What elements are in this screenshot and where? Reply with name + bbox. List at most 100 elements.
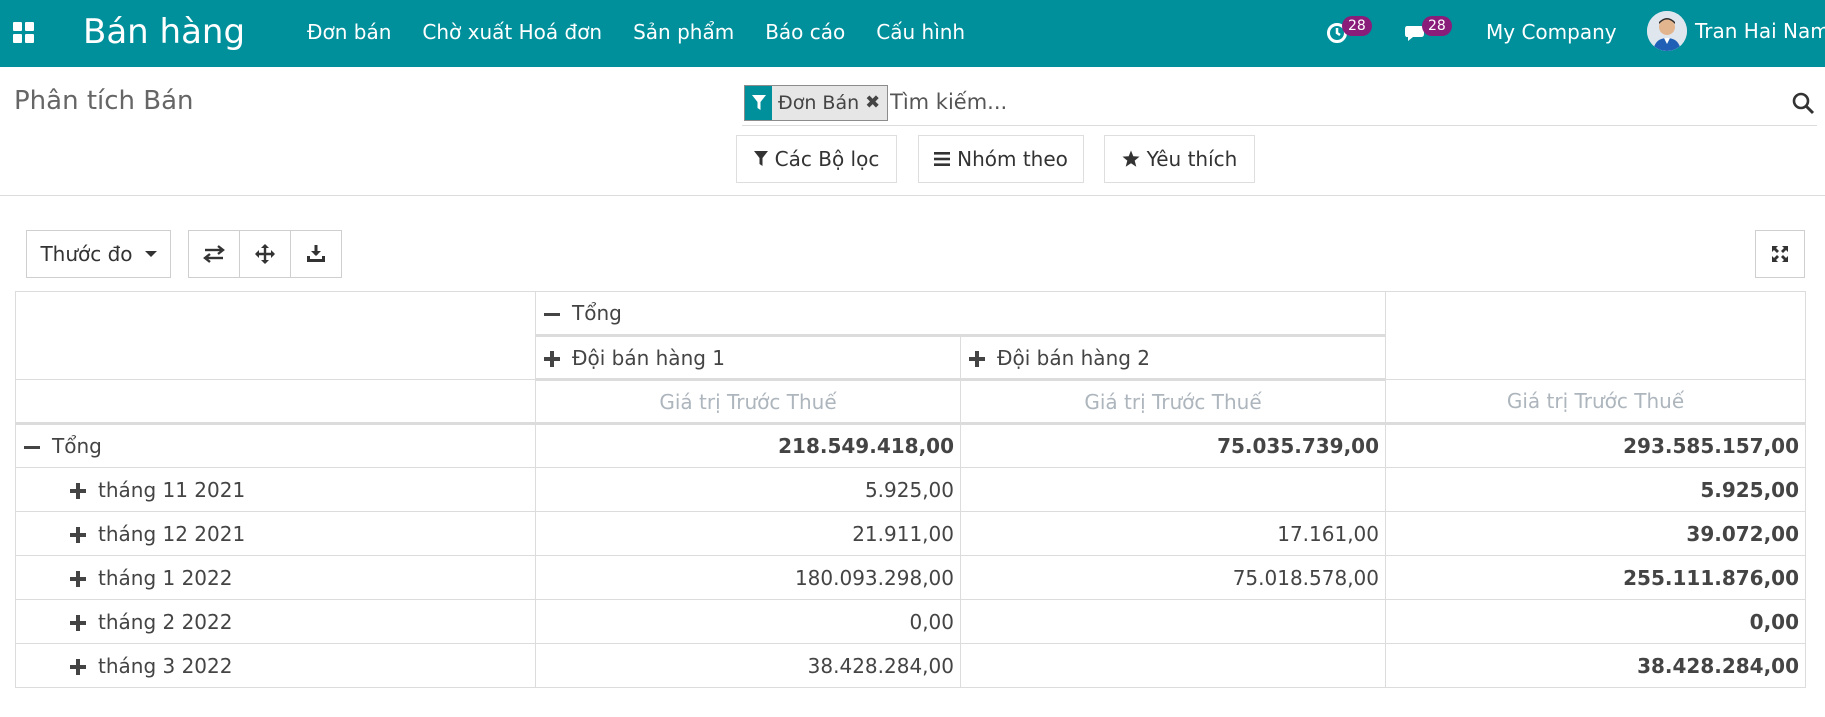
col-header-team-2[interactable]: Đội bán hàng 2 [959,334,1387,381]
cell-value[interactable]: 75.018.578,00 [959,555,1387,600]
expand-icon [70,614,86,631]
cell-total[interactable]: 255.111.876,00 [1385,555,1807,600]
company-switcher[interactable]: My Company [1486,20,1617,44]
row-header[interactable]: tháng 3 2022 [15,643,536,688]
expand-icon [70,526,86,543]
cell-value[interactable] [959,467,1387,512]
col-header-total[interactable]: Tổng [534,291,1387,336]
cell-total[interactable]: 39.072,00 [1385,511,1807,556]
menu-item-configuration[interactable]: Cấu hình [876,20,965,44]
table-row: tháng 12 2021 21.911,00 17.161,00 39.072… [15,511,1807,556]
favorites-label: Yêu thích [1146,147,1238,171]
filter-icon [745,86,772,120]
user-menu[interactable]: Tran Hai Nam [1647,11,1825,51]
search-facet: Đơn Bán ✖ [744,85,889,121]
collapse-icon [544,313,560,316]
star-icon [1122,150,1140,167]
measure-header[interactable]: Giá trị Trước Thuế [1385,379,1807,425]
expand-icon [70,482,86,499]
filters-button[interactable]: Các Bộ lọc [736,135,897,183]
cell-total[interactable]: 293.585.157,00 [1385,423,1807,468]
pivot-corner-measure [15,379,536,425]
row-header[interactable]: tháng 2 2022 [15,599,536,644]
row-label: tháng 12 2021 [98,521,246,546]
row-header[interactable]: tháng 11 2021 [15,467,536,512]
measure-header[interactable]: Giá trị Trước Thuế [959,379,1387,425]
cell-value[interactable]: 0,00 [535,599,961,644]
remove-facet-icon[interactable]: ✖ [865,86,887,120]
col-group-label: Đội bán hàng 1 [572,345,726,370]
pivot-tools [188,230,342,278]
measure-header[interactable]: Giá trị Trước Thuế [535,379,961,425]
main-menu: Đơn bán Chờ xuất Hoá đơn Sản phẩm Báo cá… [307,20,965,44]
row-header-total[interactable]: Tổng [15,423,536,468]
flip-axis-icon [203,245,225,263]
row-total-label: Tổng [52,434,102,458]
favorites-button[interactable]: Yêu thích [1104,135,1255,183]
expand-icon [544,350,560,367]
group-by-button[interactable]: Nhóm theo [918,135,1084,183]
cell-value[interactable] [959,599,1387,644]
collapse-icon [24,446,40,449]
cell-value[interactable]: 21.911,00 [535,511,961,556]
row-header[interactable]: tháng 1 2022 [15,555,536,600]
row-header[interactable]: tháng 12 2021 [15,511,536,556]
row-label: tháng 1 2022 [98,565,233,590]
row-label: tháng 3 2022 [98,653,233,678]
cell-total[interactable]: 38.428.284,00 [1385,643,1807,688]
search-bar: Đơn Bán ✖ [742,82,1817,126]
table-row: tháng 1 2022 180.093.298,00 75.018.578,0… [15,555,1807,600]
search-icon[interactable] [1791,91,1815,115]
expand-icon [1772,246,1788,262]
caret-down-icon [144,251,157,257]
table-row-total: Tổng 218.549.418,00 75.035.739,00 293.58… [15,423,1807,468]
row-label: tháng 2 2022 [98,609,233,634]
filters-label: Các Bộ lọc [774,147,880,171]
cell-total[interactable]: 0,00 [1385,599,1807,644]
cell-value[interactable]: 75.035.739,00 [959,423,1387,468]
expand-all-button[interactable] [239,230,291,278]
cell-value[interactable]: 38.428.284,00 [535,643,961,688]
facet-label: Đơn Bán [778,92,860,114]
measures-label: Thước đo [40,242,133,266]
menu-item-orders[interactable]: Đơn bán [307,20,391,44]
cell-value[interactable]: 218.549.418,00 [535,423,961,468]
table-row: tháng 3 2022 38.428.284,00 38.428.284,00 [15,643,1807,688]
control-panel-divider [0,195,1825,196]
menu-item-products[interactable]: Sản phẩm [633,20,734,44]
menu-item-to-invoice[interactable]: Chờ xuất Hoá đơn [422,20,602,44]
flip-axis-button[interactable] [188,230,240,278]
cell-total[interactable]: 5.925,00 [1385,467,1807,512]
cell-value[interactable]: 180.093.298,00 [535,555,961,600]
top-navbar: Bán hàng Đơn bán Chờ xuất Hoá đơn Sản ph… [0,0,1825,67]
col-header-grand-total [1385,291,1807,380]
expand-icon [70,570,86,587]
avatar [1647,11,1687,51]
download-icon [307,245,325,262]
activity-button[interactable]: 28 [1326,16,1382,52]
expand-icon [969,350,985,367]
table-row: tháng 2 2022 0,00 0,00 [15,599,1807,644]
activity-count-badge: 28 [1342,16,1372,36]
app-name[interactable]: Bán hàng [83,12,245,52]
cell-value[interactable] [959,643,1387,688]
expand-icon [70,658,86,675]
search-input[interactable] [890,90,1590,114]
user-name: Tran Hai Nam [1695,19,1825,43]
col-total-label: Tổng [572,301,622,325]
pivot-corner [15,291,536,380]
messages-button[interactable]: 28 [1404,16,1460,52]
list-icon [934,152,951,166]
cell-value[interactable]: 5.925,00 [535,467,961,512]
expand-all-icon [255,244,275,264]
fullscreen-button[interactable] [1755,230,1805,278]
col-group-label: Đội bán hàng 2 [997,345,1151,370]
message-count-badge: 28 [1422,16,1452,36]
group-by-label: Nhóm theo [957,147,1068,171]
download-button[interactable] [290,230,342,278]
measures-dropdown[interactable]: Thước đo [26,230,171,278]
cell-value[interactable]: 17.161,00 [959,511,1387,556]
col-header-team-1[interactable]: Đội bán hàng 1 [535,334,961,381]
menu-item-reporting[interactable]: Báo cáo [765,20,845,44]
apps-menu-icon[interactable] [13,22,35,44]
